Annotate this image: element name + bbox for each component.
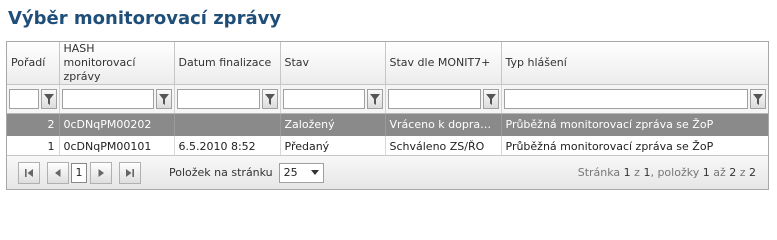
filter-icon[interactable] xyxy=(482,89,499,109)
page-title: Výběr monitorovací zprávy xyxy=(8,8,282,29)
pager: 1 Položek na stránku 25 Stránka 1 z 1, p… xyxy=(7,155,768,189)
filter-input-stav-monit[interactable] xyxy=(387,89,481,109)
filter-input-stav[interactable] xyxy=(282,89,365,109)
chevron-down-icon xyxy=(310,170,319,175)
next-page-button[interactable] xyxy=(90,161,112,184)
table-row[interactable]: 2 0cDNqPM00202 Založený Vráceno k doprac… xyxy=(7,113,768,136)
pager-info: Stránka 1 z 1, položky 1 až 2 z 2 xyxy=(578,166,756,179)
column-header-typ-hlaseni[interactable]: Typ hlášení xyxy=(501,42,768,85)
last-page-icon xyxy=(126,168,134,177)
filter-icon[interactable] xyxy=(40,89,57,109)
next-page-icon xyxy=(98,168,104,177)
filter-input-datum[interactable] xyxy=(176,89,260,109)
cell-datum xyxy=(174,113,281,136)
cell-poradi: 2 xyxy=(7,113,60,136)
pager-info-total: 2 xyxy=(749,166,756,179)
prev-page-button[interactable] xyxy=(47,161,69,184)
filter-icon[interactable] xyxy=(366,89,383,109)
filter-cell-poradi xyxy=(7,84,60,114)
filter-cell-hash xyxy=(59,84,175,114)
monitoring-report-grid: Pořadí HASH monitorovací zprávy Datum fi… xyxy=(6,41,769,190)
pager-info-page: 1 xyxy=(623,166,631,179)
column-header-poradi[interactable]: Pořadí xyxy=(7,42,60,85)
column-header-datum-finalizace[interactable]: Datum finalizace xyxy=(174,42,281,85)
pager-info-text: z xyxy=(630,166,644,179)
pager-info-text: z xyxy=(736,166,749,179)
cell-typ: Průběžná monitorovací zpráva se ŽoP xyxy=(501,113,768,136)
first-page-button[interactable] xyxy=(18,161,40,184)
filter-icon[interactable] xyxy=(155,89,172,109)
last-page-button[interactable] xyxy=(119,161,141,184)
pager-info-from: 1 xyxy=(702,166,710,179)
filter-cell-stav-monit xyxy=(385,84,502,114)
filter-input-hash[interactable] xyxy=(61,89,154,109)
filter-cell-stav xyxy=(280,84,386,114)
filter-input-poradi[interactable] xyxy=(9,89,39,109)
filter-icon[interactable] xyxy=(750,89,766,109)
cell-stav-monit: Vráceno k doprac... xyxy=(385,113,502,136)
filter-cell-datum xyxy=(174,84,281,114)
prev-page-icon xyxy=(55,168,61,177)
page-size-select[interactable]: 25 xyxy=(278,162,324,183)
page-size-value: 25 xyxy=(283,166,298,179)
filter-input-typ[interactable] xyxy=(503,89,748,109)
first-page-icon xyxy=(25,168,33,177)
page-size-label: Položek na stránku xyxy=(169,166,273,179)
column-header-stav-monit[interactable]: Stav dle MONIT7+ xyxy=(385,42,502,85)
filter-icon[interactable] xyxy=(261,89,278,109)
cell-stav: Založený xyxy=(280,113,386,136)
filter-cell-typ xyxy=(501,84,768,114)
pager-info-text: až xyxy=(709,166,730,179)
cell-hash: 0cDNqPM00202 xyxy=(59,113,175,136)
current-page-input[interactable]: 1 xyxy=(71,162,87,183)
pager-info-text: , položky xyxy=(650,166,703,179)
pager-info-text: Stránka xyxy=(577,166,624,179)
column-header-hash[interactable]: HASH monitorovací zprávy xyxy=(59,42,175,85)
column-header-stav[interactable]: Stav xyxy=(280,42,386,85)
